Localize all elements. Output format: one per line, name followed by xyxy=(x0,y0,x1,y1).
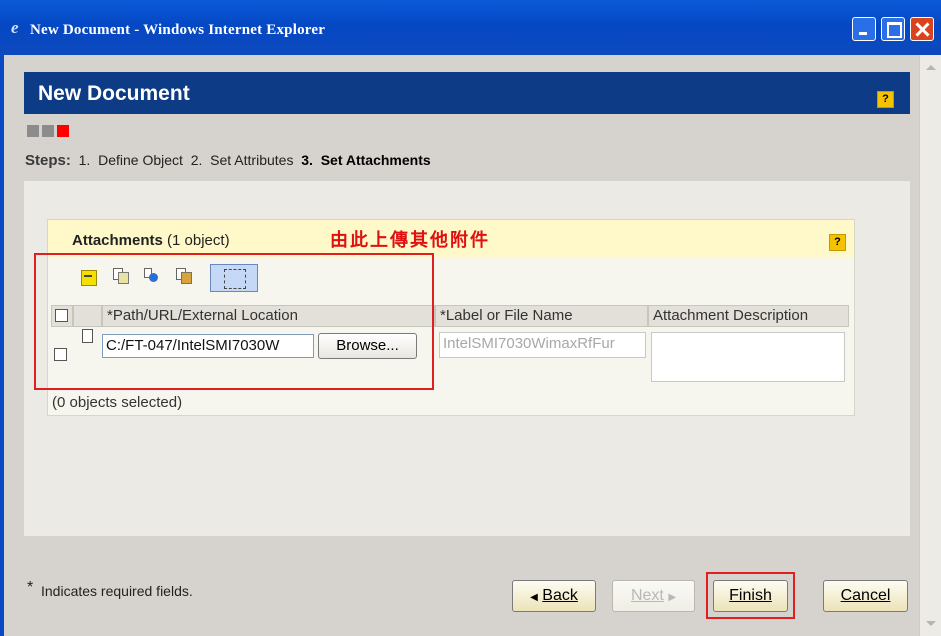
minimize-button[interactable] xyxy=(852,17,876,41)
attachments-help-button[interactable]: ? xyxy=(829,234,846,251)
description-textarea[interactable] xyxy=(651,332,845,382)
selection-status: (0 objects selected) xyxy=(52,394,183,411)
maximize-button[interactable] xyxy=(881,17,905,41)
step-indicator-2 xyxy=(42,125,54,137)
highlight-box xyxy=(34,253,434,390)
help-button[interactable]: ? xyxy=(877,91,894,108)
window-frame xyxy=(0,55,4,636)
required-text: Indicates required fields. xyxy=(41,583,193,599)
step-3-label: Set Attachments xyxy=(320,152,431,168)
column-header-label[interactable]: *Label or File Name xyxy=(435,305,648,327)
vertical-scrollbar[interactable] xyxy=(919,55,941,636)
step-2-number: 2. xyxy=(190,152,203,168)
next-arrow-icon: ▶ xyxy=(668,592,677,603)
attachments-title: Attachments (1 object) xyxy=(72,232,230,249)
scroll-down-arrow-icon[interactable] xyxy=(926,621,936,626)
back-button[interactable]: ◀ Back xyxy=(512,580,596,612)
close-button[interactable] xyxy=(910,17,934,41)
step-1-number: 1. xyxy=(78,152,91,168)
page-title: New Document xyxy=(38,82,190,105)
step-1-label: Define Object xyxy=(98,152,183,168)
steps-label: Steps: xyxy=(25,152,71,169)
scroll-up-arrow-icon[interactable] xyxy=(926,65,936,70)
cancel-button[interactable]: Cancel xyxy=(823,580,908,612)
step-3-number: 3. xyxy=(301,152,313,168)
next-button[interactable]: Next ▶ xyxy=(612,580,695,612)
upload-note: 由此上傳其他附件 xyxy=(330,230,490,251)
internet-explorer-icon: e xyxy=(11,18,19,37)
back-arrow-icon: ◀ xyxy=(530,592,538,603)
window-title: New Document - Windows Internet Explorer xyxy=(30,22,326,38)
page-header: New Document ? xyxy=(24,72,910,114)
required-star: * xyxy=(27,579,34,596)
step-indicator-3 xyxy=(57,125,69,137)
finish-highlight-box xyxy=(706,572,795,619)
column-header-description[interactable]: Attachment Description xyxy=(648,305,849,327)
step-2-label: Set Attributes xyxy=(210,152,294,168)
window-titlebar[interactable]: e New Document - Windows Internet Explor… xyxy=(0,0,941,55)
attachments-count: (1 object) xyxy=(167,232,230,249)
step-indicator-1 xyxy=(27,125,39,137)
file-name-input[interactable]: IntelSMI7030WimaxRfFur xyxy=(439,332,646,358)
steps-breadcrumb: Steps: 1. Define Object 2. Set Attribute… xyxy=(25,152,431,169)
